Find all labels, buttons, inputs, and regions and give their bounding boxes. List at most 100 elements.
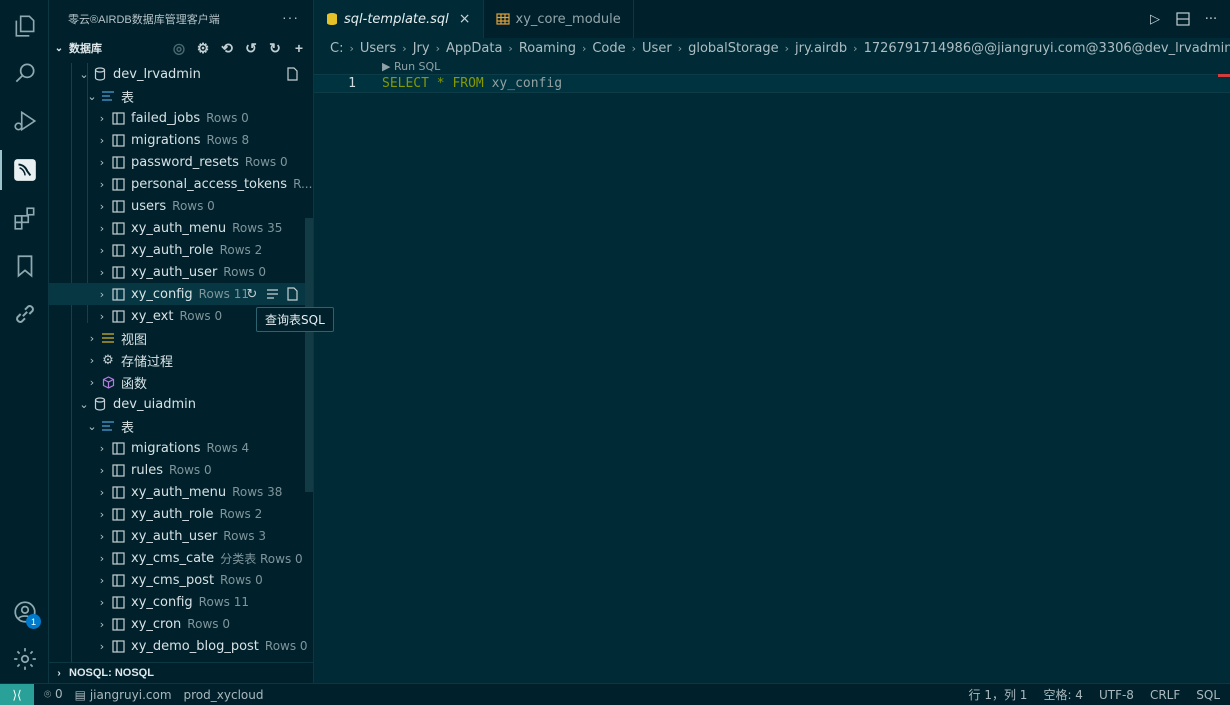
table-icon — [109, 198, 127, 214]
gear-icon: ⚙ — [102, 352, 114, 368]
nosql-section-header[interactable]: › NOSQL: NOSQL — [49, 662, 313, 683]
tree-functions-group[interactable]: › 函数 — [49, 371, 313, 393]
more-actions-icon[interactable]: ··· — [1202, 12, 1220, 27]
table-row[interactable]: › xy_demo_blog_post Rows 0 — [49, 635, 313, 657]
refresh-table-icon[interactable]: ↻ — [244, 286, 260, 302]
database-section-header[interactable]: ⌄ 数据库 ◎ ⚙ ⟲ ↺ ↻ + — [49, 38, 313, 58]
line-number: 1 — [348, 76, 356, 91]
table-row[interactable]: › xy_auth_role Rows 2 — [49, 503, 313, 525]
tree-db-dev-lrvadmin[interactable]: ⌄ dev_lrvadmin — [49, 63, 313, 85]
more-actions-icon[interactable]: ··· — [282, 9, 299, 25]
sidebar-title-text: 零云®AIRDB数据库管理客户端 — [68, 14, 220, 26]
table-row[interactable]: › xy_cron Rows 0 — [49, 613, 313, 635]
settings-gear-icon[interactable] — [0, 639, 49, 679]
split-editor-icon[interactable] — [1174, 12, 1192, 26]
tooltip-query-table-sql: 查询表SQL — [256, 307, 334, 332]
table-icon — [109, 176, 127, 192]
chevron-down-icon: ⌄ — [87, 89, 97, 103]
extensions-icon[interactable] — [0, 198, 49, 238]
server-icon: ▤ — [74, 687, 87, 702]
tables-icon — [99, 418, 117, 434]
explorer-icon[interactable] — [0, 6, 49, 46]
table-icon — [109, 594, 127, 610]
tables-icon — [99, 88, 117, 104]
table-row[interactable]: › failed_jobs Rows 0 — [49, 107, 313, 129]
refresh-icon[interactable]: ↻ — [266, 39, 284, 57]
table-row[interactable]: › migrations Rows 4 — [49, 437, 313, 459]
table-icon — [109, 154, 127, 170]
database-file-icon — [326, 12, 338, 26]
tree-tables-group[interactable]: ⌄ 表 — [49, 415, 313, 437]
user-icon[interactable]: ◎ — [170, 39, 188, 57]
table-row[interactable]: › migrations Rows 8 — [49, 129, 313, 151]
run-debug-icon[interactable] — [0, 101, 49, 141]
sync-icon[interactable]: ⟲ — [218, 39, 236, 57]
chevron-right-icon: › — [57, 667, 61, 679]
table-row[interactable]: › xy_cms_cate 分类表 Rows 0 — [49, 547, 313, 569]
table-row[interactable]: › rules Rows 0 — [49, 459, 313, 481]
table-icon — [109, 308, 127, 324]
table-row[interactable]: › password_resets Rows 0 — [49, 151, 313, 173]
table-icon — [109, 616, 127, 632]
query-table-sql-icon[interactable] — [284, 286, 300, 302]
table-icon — [109, 440, 127, 456]
sidebar-scrollbar[interactable] — [305, 218, 313, 492]
tree-tables-group[interactable]: ⌄ 表 — [49, 85, 313, 107]
table-icon — [109, 264, 127, 280]
database-client-icon[interactable] — [0, 150, 49, 190]
activity-bar: 1 — [0, 0, 49, 683]
server-status[interactable]: ▤ jiangruyi.com — [75, 688, 172, 702]
close-icon[interactable]: × — [459, 11, 471, 27]
chevron-down-icon: ⌄ — [79, 67, 89, 81]
breadcrumb: C: › Users › Jry › AppData › Roaming › Code › … — [330, 41, 1230, 56]
language-mode[interactable]: SQL — [1196, 688, 1220, 702]
broadcast-icon: ⌾ — [44, 687, 52, 701]
search-icon[interactable] — [0, 53, 49, 93]
table-icon — [109, 572, 127, 588]
table-row[interactable]: › xy_cms_post Rows 0 — [49, 569, 313, 591]
sidebar-title: 零云®AIRDB数据库管理客户端 ··· — [49, 0, 313, 38]
table-structure-icon[interactable] — [264, 286, 280, 302]
remote-icon[interactable]: ⟩⟨ — [0, 683, 34, 705]
cursor-position[interactable]: 行 1，列 1 — [969, 686, 1028, 703]
tab-xy-core-module[interactable]: xy_core_module — [484, 0, 634, 38]
status-bar: ⟩⟨ ⌾ 0 ▤ jiangruyi.com prod_xycloud 行 1，… — [0, 683, 1230, 705]
run-icon[interactable]: ▷ — [1146, 12, 1164, 27]
eol[interactable]: CRLF — [1150, 688, 1180, 702]
table-grid-icon — [495, 13, 510, 25]
add-connection-icon[interactable]: + — [290, 39, 308, 57]
table-icon — [109, 462, 127, 478]
bookmark-icon[interactable] — [0, 246, 49, 286]
table-row[interactable]: › personal_access_tokens R... — [49, 173, 313, 195]
database-icon — [91, 66, 109, 82]
account-icon[interactable]: 1 — [0, 592, 49, 632]
table-icon — [109, 110, 127, 126]
tree-db-dev-uiadmin[interactable]: ⌄ dev_uiadmin — [49, 393, 313, 415]
indentation[interactable]: 空格: 4 — [1043, 686, 1083, 703]
table-icon — [109, 528, 127, 544]
sidebar: 零云®AIRDB数据库管理客户端 ··· ⌄ 数据库 ◎ ⚙ ⟲ ↺ ↻ + ⌄… — [49, 0, 314, 683]
editor-tabs: sql-template.sql × xy_core_module ▷ ··· — [314, 0, 1230, 38]
table-row[interactable]: › xy_auth_role Rows 2 — [49, 239, 313, 261]
encoding[interactable]: UTF-8 — [1099, 688, 1134, 702]
run-sql-codelens[interactable]: ▶ Run SQL — [382, 60, 440, 73]
code-line[interactable]: SELECT * FROM xy_config — [382, 76, 562, 91]
table-row[interactable]: › xy_auth_user Rows 0 — [49, 261, 313, 283]
settings-icon[interactable]: ⚙ — [194, 39, 212, 57]
link-icon[interactable] — [0, 294, 49, 334]
table-row[interactable]: › users Rows 0 — [49, 195, 313, 217]
ports-status[interactable]: ⌾ 0 — [44, 687, 63, 702]
table-row[interactable]: › xy_auth_menu Rows 38 — [49, 481, 313, 503]
new-query-icon[interactable] — [284, 66, 300, 82]
table-row-xy-config-hovered[interactable]: › xy_config Rows 11 ↻ — [49, 283, 313, 305]
tree-procedures-group[interactable]: › ⚙ 存储过程 — [49, 349, 313, 371]
table-row[interactable]: › xy_auth_user Rows 3 — [49, 525, 313, 547]
env-status[interactable]: prod_xycloud — [184, 688, 264, 702]
tab-sql-template[interactable]: sql-template.sql × — [314, 0, 484, 38]
table-row[interactable]: › xy_config Rows 11 — [49, 591, 313, 613]
table-icon — [109, 506, 127, 522]
table-icon — [109, 220, 127, 236]
history-icon[interactable]: ↺ — [242, 39, 260, 57]
table-row[interactable]: › xy_auth_menu Rows 35 — [49, 217, 313, 239]
section-label: 数据库 — [69, 43, 102, 55]
